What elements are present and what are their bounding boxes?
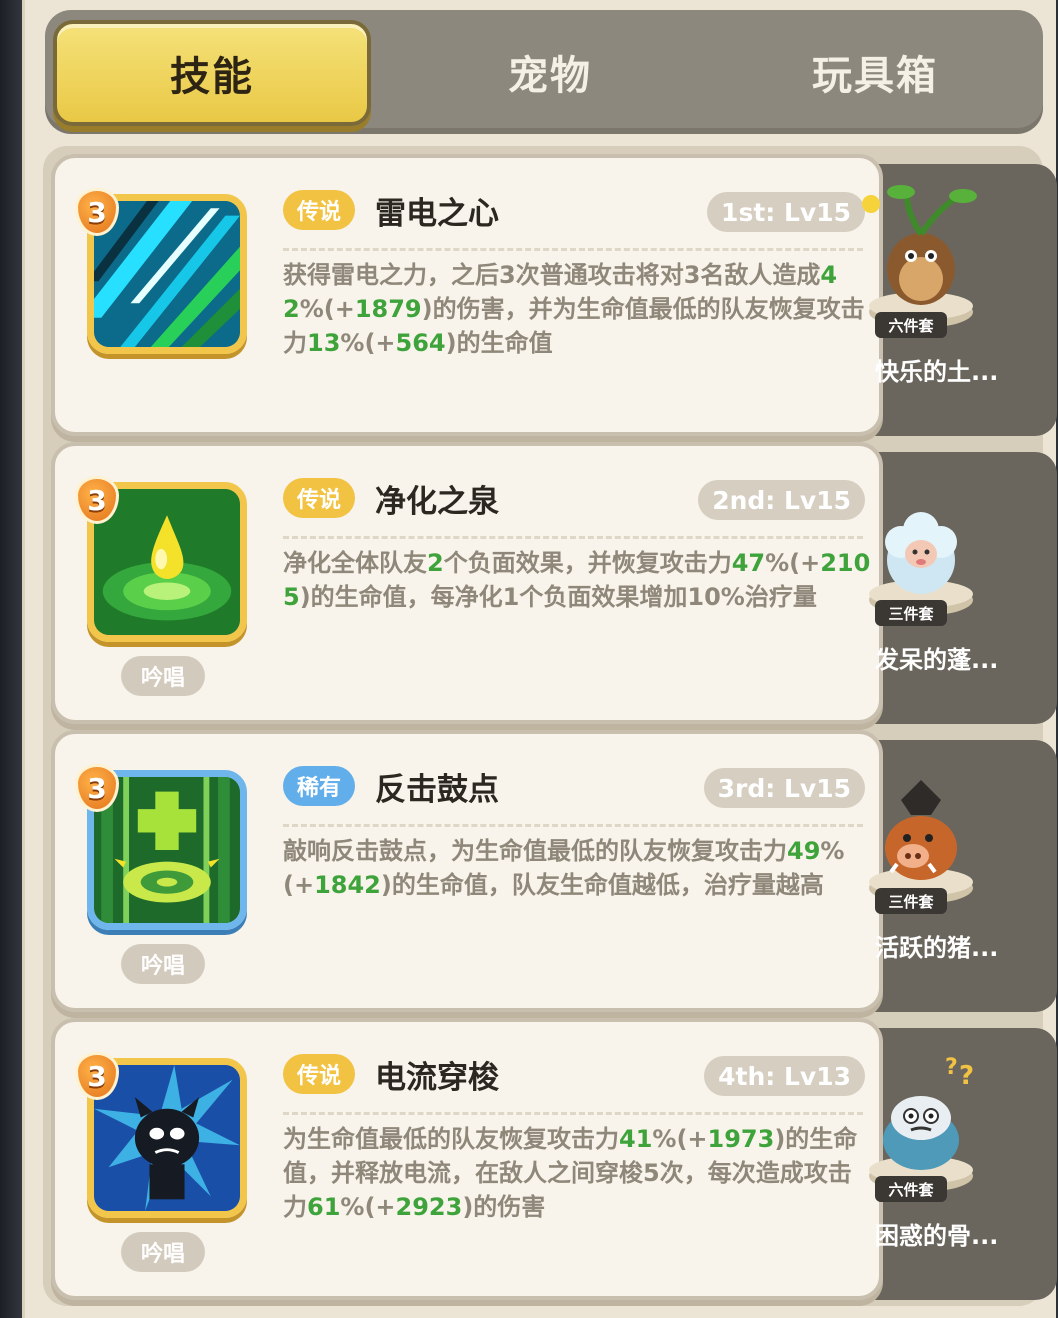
skill-row[interactable]: 3 传说 雷电之心 1st: Lv15 获得雷电之力，之后3次普通攻击将对3名敌… <box>51 154 1057 436</box>
skill-name: 反击鼓点 <box>375 772 499 808</box>
skill-list: 3 传说 雷电之心 1st: Lv15 获得雷电之力，之后3次普通攻击将对3名敌… <box>43 146 1057 1306</box>
tab-toybox[interactable]: 玩具箱 <box>725 10 1025 134</box>
chant-badge: 吟唱 <box>121 1232 205 1272</box>
tab-skills[interactable]: 技能 <box>53 20 371 126</box>
background-edge <box>0 0 22 1318</box>
set-badge: 六件套 <box>875 312 947 338</box>
skill-row[interactable]: 3 吟唱 传说 净化之泉 2nd: Lv15 净化全体队友2个负面效果，并恢复攻… <box>51 442 1057 724</box>
rank-tag: 2nd: Lv15 <box>698 480 865 520</box>
svg-text:?: ? <box>945 1055 958 1080</box>
skill-description: 敲响反击鼓点，为生命值最低的队友恢复攻击力49%(+1842)的生命值，队友生命… <box>283 837 845 899</box>
divider <box>283 248 863 251</box>
svg-text:?: ? <box>959 1061 974 1091</box>
pet-name: 困惑的骨... <box>875 1222 999 1250</box>
skill-card[interactable]: 3 吟唱 传说 净化之泉 2nd: Lv15 净化全体队友2个负面效果，并恢复攻… <box>51 442 883 724</box>
chant-badge: 吟唱 <box>121 944 205 984</box>
skill-description: 获得雷电之力，之后3次普通攻击将对3名敌人造成42%(+1879)的伤害，并为生… <box>283 261 865 357</box>
tab-bar: 技能 宠物 玩具箱 <box>45 10 1043 134</box>
skill-row[interactable]: 3 吟唱 稀有 反击鼓点 3rd: Lv15 敲响反击鼓点，为生命值最低的队友恢… <box>51 730 1057 1012</box>
pet-name: 活跃的猪... <box>875 934 999 962</box>
skill-row[interactable]: 3 吟唱 传说 电流穿梭 4th: Lv13 为生命值最低的队友恢复攻击力41%… <box>51 1018 1057 1300</box>
skill-card[interactable]: 3 吟唱 稀有 反击鼓点 3rd: Lv15 敲响反击鼓点，为生命值最低的队友恢… <box>51 730 883 1012</box>
divider <box>283 536 863 539</box>
pet-name: 快乐的土... <box>875 358 999 386</box>
skill-description: 为生命值最低的队友恢复攻击力41%(+1973)的生命值，并释放电流，在敌人之间… <box>283 1125 858 1221</box>
skill-name: 雷电之心 <box>375 196 499 232</box>
divider <box>283 1112 863 1115</box>
set-badge: 三件套 <box>875 888 947 914</box>
skill-name: 净化之泉 <box>375 484 499 520</box>
rarity-badge: 传说 <box>283 478 356 518</box>
set-badge: 三件套 <box>875 600 947 626</box>
divider <box>283 824 863 827</box>
pet-name: 发呆的蓬... <box>875 646 999 674</box>
chant-badge: 吟唱 <box>121 656 205 696</box>
skill-name: 电流穿梭 <box>375 1060 499 1096</box>
skill-card[interactable]: 3 吟唱 传说 电流穿梭 4th: Lv13 为生命值最低的队友恢复攻击力41%… <box>51 1018 883 1300</box>
rarity-badge: 传说 <box>283 190 356 230</box>
skills-panel: 技能 宠物 玩具箱 3 传说 雷电之心 1st: Lv15 获得雷电之力，之后3… <box>22 0 1057 1318</box>
rarity-badge: 传说 <box>283 1054 356 1094</box>
skill-description: 净化全体队友2个负面效果，并恢复攻击力47%(+2105)的生命值，每净化1个负… <box>283 549 871 611</box>
skill-card[interactable]: 3 传说 雷电之心 1st: Lv15 获得雷电之力，之后3次普通攻击将对3名敌… <box>51 154 883 436</box>
rarity-badge: 稀有 <box>283 766 356 806</box>
set-badge: 六件套 <box>875 1176 947 1202</box>
tab-pets[interactable]: 宠物 <box>405 10 695 134</box>
